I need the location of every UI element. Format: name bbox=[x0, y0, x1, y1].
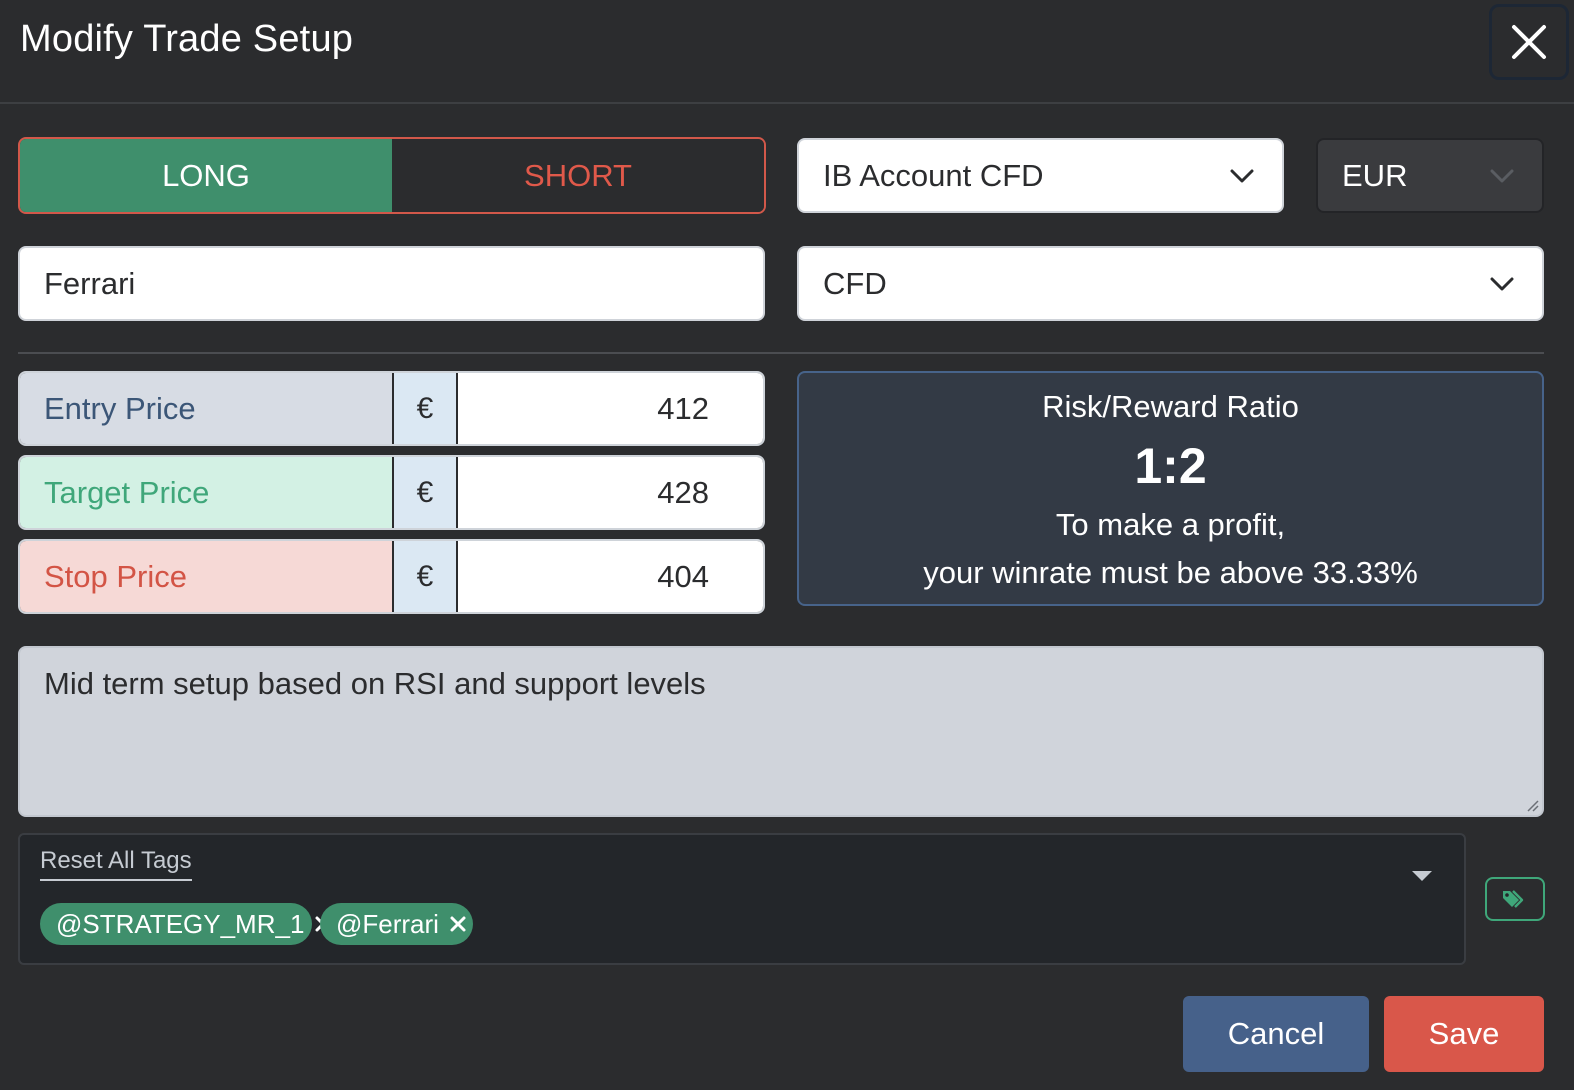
risk-reward-description-line1: To make a profit, bbox=[1055, 507, 1286, 542]
chevron-down-icon bbox=[1230, 169, 1254, 182]
risk-reward-panel: Risk/Reward Ratio 1:2 To make a profit, … bbox=[797, 371, 1544, 606]
entry-price-label: Entry Price bbox=[20, 373, 392, 444]
target-price-input[interactable]: 428 bbox=[458, 457, 763, 528]
manage-tags-button[interactable] bbox=[1485, 877, 1545, 921]
modify-trade-setup-modal: Modify Trade Setup LONG SHORT IB Account… bbox=[0, 0, 1574, 1090]
chevron-down-icon bbox=[1490, 169, 1514, 182]
notes-textarea[interactable]: Mid term setup based on RSI and support … bbox=[18, 646, 1544, 817]
cancel-button[interactable]: Cancel bbox=[1183, 996, 1369, 1072]
stop-price-currency: € bbox=[392, 541, 458, 612]
caret-down-icon[interactable] bbox=[1412, 871, 1432, 881]
instrument-type-select[interactable]: CFD bbox=[797, 246, 1544, 321]
notes-text: Mid term setup based on RSI and support … bbox=[44, 666, 706, 701]
close-icon bbox=[1512, 25, 1546, 59]
instrument-type-value: CFD bbox=[823, 265, 887, 301]
entry-price-input[interactable]: 412 bbox=[458, 373, 763, 444]
risk-reward-title: Risk/Reward Ratio bbox=[1042, 389, 1299, 424]
modal-title: Modify Trade Setup bbox=[20, 18, 354, 60]
direction-toggle: LONG SHORT bbox=[18, 137, 766, 214]
tag-chip: @STRATEGY_MR_1 bbox=[40, 903, 331, 945]
risk-reward-value: 1:2 bbox=[1134, 438, 1207, 494]
currency-select-value: EUR bbox=[1342, 157, 1408, 193]
currency-select[interactable]: EUR bbox=[1316, 138, 1544, 213]
entry-price-row: Entry Price € 412 bbox=[18, 371, 765, 446]
short-button[interactable]: SHORT bbox=[392, 139, 764, 212]
tag-remove-button[interactable] bbox=[449, 915, 467, 933]
entry-price-currency: € bbox=[392, 373, 458, 444]
chevron-down-icon bbox=[1490, 277, 1514, 290]
long-button[interactable]: LONG bbox=[20, 139, 392, 212]
tag-chip-label: @Ferrari bbox=[336, 908, 439, 939]
tag-chip: @Ferrari bbox=[320, 903, 473, 945]
stop-price-label: Stop Price bbox=[20, 541, 392, 612]
stop-price-input[interactable]: 404 bbox=[458, 541, 763, 612]
stop-price-row: Stop Price € 404 bbox=[18, 539, 765, 614]
target-price-label: Target Price bbox=[20, 457, 392, 528]
account-select[interactable]: IB Account CFD bbox=[797, 138, 1284, 213]
modal-header: Modify Trade Setup bbox=[0, 0, 1574, 104]
close-icon bbox=[450, 916, 466, 932]
risk-reward-description-line2: your winrate must be above 33.33% bbox=[923, 555, 1418, 590]
resize-handle-icon[interactable] bbox=[1524, 797, 1540, 813]
save-button[interactable]: Save bbox=[1384, 996, 1544, 1072]
symbol-input[interactable]: Ferrari bbox=[18, 246, 765, 321]
close-button[interactable] bbox=[1489, 4, 1569, 80]
account-select-value: IB Account CFD bbox=[823, 157, 1044, 193]
reset-all-tags-link[interactable]: Reset All Tags bbox=[40, 847, 192, 881]
tags-select[interactable]: Reset All Tags @STRATEGY_MR_1 @Ferrari bbox=[18, 833, 1466, 965]
target-price-currency: € bbox=[392, 457, 458, 528]
tag-icon bbox=[1503, 890, 1524, 908]
tag-chip-label: @STRATEGY_MR_1 bbox=[56, 908, 305, 939]
section-divider bbox=[18, 352, 1544, 354]
target-price-row: Target Price € 428 bbox=[18, 455, 765, 530]
